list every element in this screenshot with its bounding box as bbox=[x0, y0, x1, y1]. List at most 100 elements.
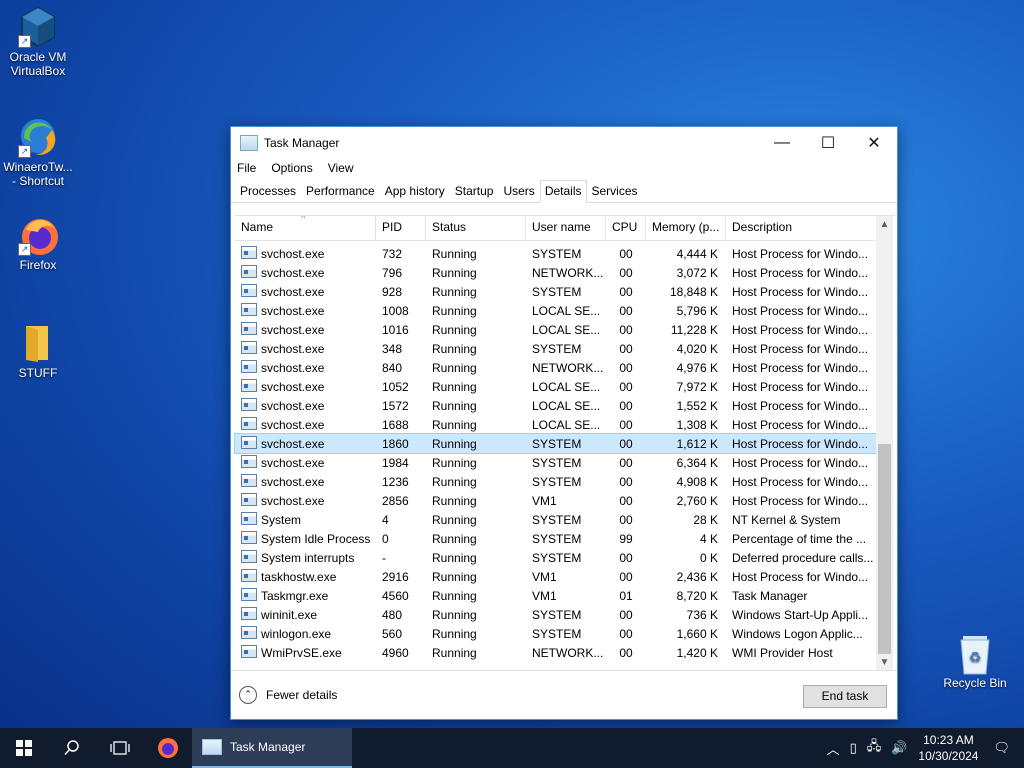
cell-pid: 1016 bbox=[382, 322, 409, 337]
table-row[interactable]: wininit.exe 480 Running SYSTEM 00 736 K Window… bbox=[235, 605, 878, 624]
footer-bar: ⌃ Fewer details End task bbox=[231, 670, 897, 719]
end-task-button[interactable]: End task bbox=[803, 685, 887, 708]
tab-details[interactable]: Details bbox=[539, 180, 587, 203]
desktop-icon-label: Oracle VM VirtualBox bbox=[9, 50, 67, 78]
cell-user-name: SYSTEM bbox=[532, 531, 582, 546]
cell-pid: 1572 bbox=[382, 398, 409, 413]
table-row[interactable]: System 4 Running SYSTEM 00 28 K NT Kernel & Sy… bbox=[235, 510, 878, 529]
notifications-icon[interactable]: 🗨 bbox=[993, 740, 1010, 756]
tab-processes[interactable]: Processes bbox=[235, 180, 301, 202]
table-row[interactable]: svchost.exe 1688 Running LOCAL SE... 00 1,308… bbox=[235, 415, 878, 434]
cell-cpu: 00 bbox=[619, 322, 633, 337]
desktop-icon-label: Recycle Bin bbox=[943, 676, 1007, 690]
cell-memory: 4,020 K bbox=[676, 341, 718, 356]
close-button[interactable]: ✕ bbox=[851, 127, 897, 158]
tab-services[interactable]: Services bbox=[587, 180, 643, 202]
cell-name: svchost.exe bbox=[235, 360, 376, 375]
tab-users[interactable]: Users bbox=[498, 180, 539, 202]
table-row[interactable]: svchost.exe 348 Running SYSTEM 00 4,020 K Host… bbox=[235, 339, 878, 358]
table-row[interactable]: svchost.exe 1572 Running LOCAL SE... 00 1,552… bbox=[235, 396, 878, 415]
cell-name: System Idle Process bbox=[235, 531, 376, 546]
desktop-icon-winaero[interactable]: ↗ WinaeroTw... - Shortcut bbox=[3, 116, 73, 188]
search-button[interactable] bbox=[48, 728, 96, 768]
title-bar[interactable]: Task Manager — ☐ ✕ bbox=[231, 127, 897, 158]
table-row[interactable]: WmiPrvSE.exe 4960 Running NETWORK... 00 1,420… bbox=[235, 643, 878, 662]
desktop-icon-virtualbox[interactable]: ↗ Oracle VM VirtualBox bbox=[3, 6, 73, 78]
scrollbar-thumb[interactable] bbox=[878, 444, 891, 654]
table-row[interactable]: System interrupts - Running SYSTEM 00 0 K Defe… bbox=[235, 548, 878, 567]
desktop-icon-stuff-folder[interactable]: STUFF bbox=[3, 322, 73, 380]
task-view-button[interactable] bbox=[96, 728, 144, 768]
table-row[interactable]: System Idle Process 0 Running SYSTEM 99 4 K Pe… bbox=[235, 529, 878, 548]
task-manager-icon bbox=[202, 739, 222, 755]
tab-startup[interactable]: Startup bbox=[450, 180, 499, 202]
cell-user-name: VM1 bbox=[532, 588, 557, 603]
vertical-scrollbar[interactable]: ▲ ▼ bbox=[876, 216, 893, 671]
table-row[interactable]: taskhostw.exe 2916 Running VM1 00 2,436 K Host… bbox=[235, 567, 878, 586]
table-row[interactable]: svchost.exe 928 Running SYSTEM 00 18,848 K Hos… bbox=[235, 282, 878, 301]
table-row[interactable]: svchost.exe 1052 Running LOCAL SE... 00 7,972… bbox=[235, 377, 878, 396]
column-header-user-name[interactable]: User name bbox=[526, 216, 606, 240]
task-manager-window: Task Manager — ☐ ✕ File Options View Pro… bbox=[230, 126, 898, 720]
cell-pid: 1008 bbox=[382, 303, 409, 318]
table-row[interactable]: svchost.exe 1984 Running SYSTEM 00 6,364 K Hos… bbox=[235, 453, 878, 472]
cell-description: Host Process for Windo... bbox=[732, 322, 869, 337]
column-header-status[interactable]: Status bbox=[426, 216, 526, 240]
cell-pid: 0 bbox=[382, 531, 389, 546]
cell-pid: 732 bbox=[382, 246, 403, 261]
start-button[interactable] bbox=[0, 728, 48, 768]
cell-memory: 4,976 K bbox=[676, 360, 718, 375]
show-hidden-icons-icon[interactable]: ︿ bbox=[827, 739, 840, 758]
taskbar-firefox[interactable] bbox=[144, 728, 192, 768]
tab-performance[interactable]: Performance bbox=[301, 180, 380, 202]
fewer-details-label: Fewer details bbox=[266, 688, 338, 702]
column-header-pid[interactable]: PID bbox=[376, 216, 426, 240]
table-row[interactable]: winlogon.exe 560 Running SYSTEM 00 1,660 K Win… bbox=[235, 624, 878, 643]
cell-memory: 1,552 K bbox=[676, 398, 718, 413]
network-icon[interactable]: 🖧 bbox=[867, 737, 882, 759]
cell-memory: 2,760 K bbox=[676, 493, 718, 508]
cell-cpu: 00 bbox=[619, 246, 633, 261]
table-row[interactable]: svchost.exe 796 Running NETWORK... 00 3,072 K… bbox=[235, 263, 878, 282]
maximize-button[interactable]: ☐ bbox=[805, 127, 851, 158]
menu-view[interactable]: View bbox=[328, 161, 354, 175]
table-row[interactable]: Taskmgr.exe 4560 Running VM1 01 8,720 K Task M… bbox=[235, 586, 878, 605]
desktop-icon-firefox[interactable]: ↗ Firefox bbox=[3, 214, 73, 272]
tab-app-history[interactable]: App history bbox=[380, 180, 450, 202]
search-icon bbox=[64, 740, 79, 756]
table-row[interactable]: svchost.exe 1236 Running SYSTEM 00 4,908 K Hos… bbox=[235, 472, 878, 491]
menu-options[interactable]: Options bbox=[271, 161, 312, 175]
table-row[interactable]: svchost.exe 1860 Running SYSTEM 00 1,612 K Hos… bbox=[234, 433, 879, 454]
table-row[interactable]: svchost.exe 840 Running NETWORK... 00 4,976 K… bbox=[235, 358, 878, 377]
table-row[interactable]: svchost.exe 2856 Running VM1 00 2,760 K Host P… bbox=[235, 491, 878, 510]
cell-pid: 928 bbox=[382, 284, 403, 299]
firefox-icon: ↗ bbox=[18, 214, 58, 256]
cell-memory: 4,908 K bbox=[676, 474, 718, 489]
process-icon bbox=[241, 626, 257, 639]
cell-pid: 4960 bbox=[382, 645, 409, 660]
volume-icon[interactable]: 🔊 bbox=[891, 740, 907, 756]
menu-file[interactable]: File bbox=[237, 161, 256, 175]
desktop-icon-recycle-bin[interactable]: ♻ Recycle Bin bbox=[940, 632, 1010, 690]
table-row[interactable]: svchost.exe 732 Running SYSTEM 00 4,444 K Host… bbox=[235, 244, 878, 263]
cell-cpu: 00 bbox=[619, 645, 633, 660]
taskbar-task-manager[interactable]: Task Manager bbox=[192, 728, 352, 768]
cell-pid: 1236 bbox=[382, 474, 409, 489]
tablet-icon[interactable]: ▯ bbox=[850, 740, 857, 756]
column-header-name[interactable]: ^ Name bbox=[235, 216, 376, 240]
table-row[interactable]: svchost.exe 1008 Running LOCAL SE... 00 5,796… bbox=[235, 301, 878, 320]
cell-user-name: NETWORK... bbox=[532, 360, 604, 375]
scroll-up-icon[interactable]: ▲ bbox=[876, 216, 893, 233]
cell-name: wininit.exe bbox=[235, 607, 376, 622]
cell-memory: 1,660 K bbox=[676, 626, 718, 641]
column-header-cpu[interactable]: CPU bbox=[606, 216, 646, 240]
scroll-down-icon[interactable]: ▼ bbox=[876, 654, 893, 671]
fewer-details-button[interactable]: ⌃ Fewer details bbox=[239, 686, 337, 704]
column-header-memory[interactable]: Memory (p... bbox=[646, 216, 726, 240]
cell-description: Host Process for Windo... bbox=[732, 246, 869, 261]
clock[interactable]: 10:23 AM 10/30/2024 bbox=[918, 732, 978, 764]
column-header-description[interactable]: Description bbox=[726, 216, 878, 240]
process-icon bbox=[241, 531, 257, 544]
minimize-button[interactable]: — bbox=[759, 127, 805, 158]
table-row[interactable]: svchost.exe 1016 Running LOCAL SE... 00 11,22… bbox=[235, 320, 878, 339]
